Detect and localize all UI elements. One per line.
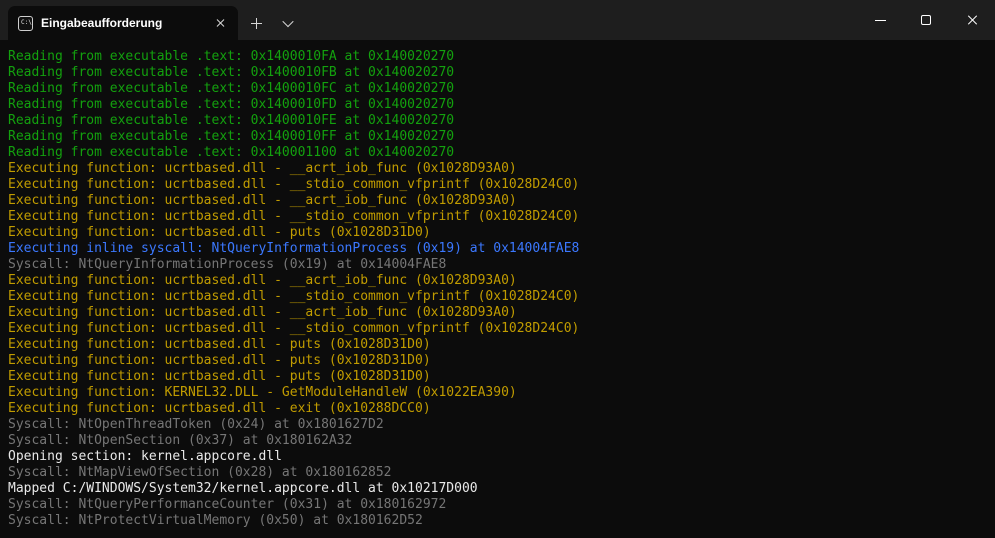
- terminal-line: Executing function: KERNEL32.DLL - GetMo…: [8, 385, 991, 401]
- terminal-line: Reading from executable .text: 0x1400010…: [8, 129, 991, 145]
- cmd-icon-text: C:\: [19, 17, 32, 26]
- terminal-line: Executing function: ucrtbased.dll - __ac…: [8, 305, 991, 321]
- terminal-line: Syscall: NtQueryInformationProcess (0x19…: [8, 257, 991, 273]
- terminal-line: Syscall: NtOpenThreadToken (0x24) at 0x1…: [8, 417, 991, 433]
- terminal-line: Executing function: ucrtbased.dll - __st…: [8, 177, 991, 193]
- cmd-icon: C:\: [18, 16, 33, 31]
- plus-icon: [251, 18, 262, 29]
- terminal-line: Reading from executable .text: 0x1400011…: [8, 145, 991, 161]
- tab-strip: C:\ Eingabeaufforderung: [0, 0, 857, 40]
- close-icon: [215, 18, 225, 28]
- terminal-line: Reading from executable .text: 0x1400010…: [8, 113, 991, 129]
- minimize-button[interactable]: [857, 0, 903, 40]
- terminal-output[interactable]: Reading from executable .text: 0x1400010…: [0, 40, 995, 538]
- window-controls: [857, 0, 995, 40]
- terminal-line: Executing function: ucrtbased.dll - __ac…: [8, 273, 991, 289]
- tab-close-button[interactable]: [210, 13, 230, 33]
- close-button[interactable]: [949, 0, 995, 40]
- terminal-line: Executing function: ucrtbased.dll - puts…: [8, 225, 991, 241]
- terminal-line: Mapped C:/WINDOWS/System32/kernel.appcor…: [8, 481, 991, 497]
- maximize-button[interactable]: [903, 0, 949, 40]
- tab-eingabeaufforderung[interactable]: C:\ Eingabeaufforderung: [8, 6, 238, 40]
- terminal-line: Executing function: ucrtbased.dll - puts…: [8, 353, 991, 369]
- close-icon: [966, 14, 978, 26]
- terminal-line: Syscall: NtProtectVirtualMemory (0x50) a…: [8, 513, 991, 529]
- terminal-line: Reading from executable .text: 0x1400010…: [8, 81, 991, 97]
- terminal-line: Executing function: ucrtbased.dll - __st…: [8, 289, 991, 305]
- tab-dropdown-button[interactable]: [274, 9, 302, 37]
- terminal-line: Opening section: kernel.appcore.dll: [8, 449, 991, 465]
- terminal-window: C:\ Eingabeaufforderung: [0, 0, 995, 538]
- maximize-icon: [921, 15, 931, 25]
- terminal-line: Executing function: ucrtbased.dll - __st…: [8, 209, 991, 225]
- terminal-line: Executing function: ucrtbased.dll - puts…: [8, 337, 991, 353]
- chevron-down-icon: [282, 16, 293, 27]
- terminal-line: Executing function: ucrtbased.dll - puts…: [8, 369, 991, 385]
- terminal-line: Executing function: ucrtbased.dll - __ac…: [8, 161, 991, 177]
- terminal-line: Syscall: NtQueryPerformanceCounter (0x31…: [8, 497, 991, 513]
- terminal-line: Executing function: ucrtbased.dll - __ac…: [8, 193, 991, 209]
- terminal-line: Executing function: ucrtbased.dll - exit…: [8, 401, 991, 417]
- terminal-line: Executing inline syscall: NtQueryInforma…: [8, 241, 991, 257]
- tab-title: Eingabeaufforderung: [41, 16, 202, 30]
- terminal-line: Syscall: NtMapViewOfSection (0x28) at 0x…: [8, 465, 991, 481]
- new-tab-button[interactable]: [242, 9, 270, 37]
- terminal-line: Reading from executable .text: 0x1400010…: [8, 97, 991, 113]
- terminal-line: Executing function: ucrtbased.dll - __st…: [8, 321, 991, 337]
- terminal-line: Reading from executable .text: 0x1400010…: [8, 65, 991, 81]
- terminal-line: Reading from executable .text: 0x1400010…: [8, 49, 991, 65]
- titlebar[interactable]: C:\ Eingabeaufforderung: [0, 0, 995, 40]
- terminal-line: Syscall: NtOpenSection (0x37) at 0x18016…: [8, 433, 991, 449]
- minimize-icon: [875, 20, 886, 21]
